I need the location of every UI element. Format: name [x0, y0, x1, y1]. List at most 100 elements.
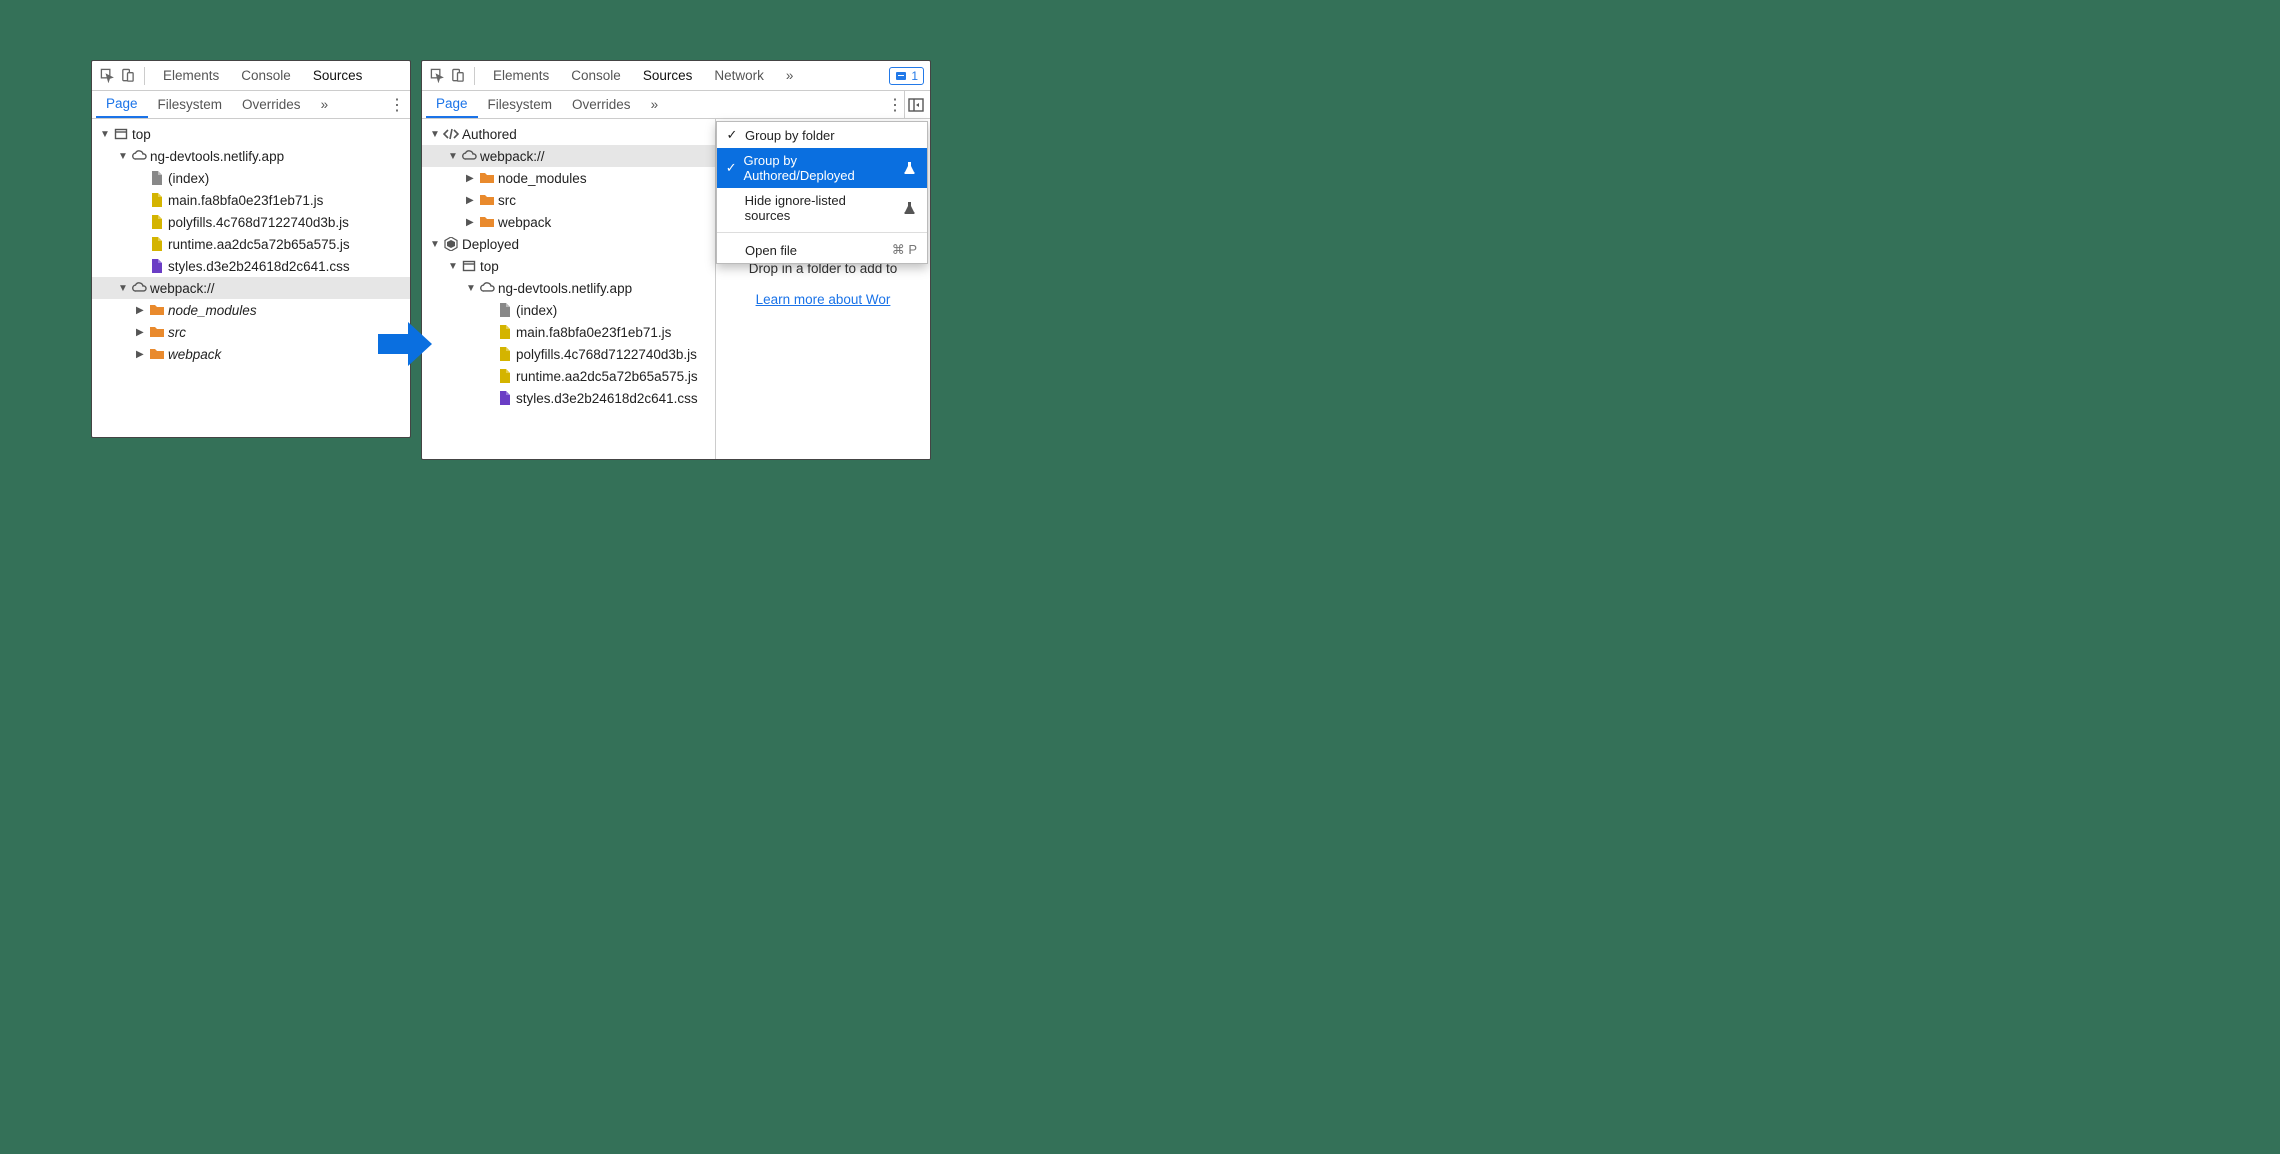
deployed-icon — [443, 236, 459, 252]
tree-file[interactable]: runtime.aa2dc5a72b65a575.js — [422, 365, 717, 387]
tree-file[interactable]: runtime.aa2dc5a72b65a575.js — [92, 233, 410, 255]
folder-icon — [149, 346, 165, 362]
tree-label: node_modules — [168, 303, 257, 318]
toolbar-divider — [144, 67, 145, 85]
tree-label: node_modules — [498, 171, 587, 186]
tree-folder[interactable]: ▶webpack — [422, 211, 717, 233]
main-toolbar: Elements Console Sources — [92, 61, 410, 91]
tree-file[interactable]: polyfills.4c768d7122740d3b.js — [422, 343, 717, 365]
inspect-icon[interactable] — [98, 67, 116, 85]
js-file-icon — [149, 192, 165, 208]
tab-console[interactable]: Console — [231, 61, 301, 90]
tree-label: webpack:// — [150, 281, 215, 296]
device-icon[interactable] — [448, 67, 466, 85]
subtab-overrides[interactable]: Overrides — [232, 91, 311, 118]
tree-webpack[interactable]: ▼webpack:// — [92, 277, 410, 299]
tree-folder[interactable]: ▶node_modules — [422, 167, 717, 189]
js-file-icon — [149, 214, 165, 230]
tree-file[interactable]: styles.d3e2b24618d2c641.css — [422, 387, 717, 409]
tree-top[interactable]: ▼top — [422, 255, 717, 277]
tree-file[interactable]: main.fa8bfa0e23f1eb71.js — [422, 321, 717, 343]
tree-label: top — [480, 259, 499, 274]
tree-label: main.fa8bfa0e23f1eb71.js — [168, 193, 323, 208]
subtab-page[interactable]: Page — [426, 91, 478, 118]
subtab-more[interactable]: » — [641, 91, 669, 118]
tree-folder[interactable]: ▶src — [422, 189, 717, 211]
main-toolbar: Elements Console Sources Network » 1 — [422, 61, 930, 91]
tree-folder[interactable]: ▶src — [92, 321, 410, 343]
tab-elements[interactable]: Elements — [153, 61, 229, 90]
subtab-overrides[interactable]: Overrides — [562, 91, 641, 118]
learn-more-link[interactable]: Learn more about Wor — [756, 292, 891, 307]
devtools-panel-before: Elements Console Sources Page Filesystem… — [91, 60, 411, 438]
file-tree: ▼top ▼ng-devtools.netlify.app (index) ma… — [92, 119, 410, 437]
tree-file[interactable]: (index) — [422, 299, 717, 321]
tree-folder[interactable]: ▶webpack — [92, 343, 410, 365]
tree-label: styles.d3e2b24618d2c641.css — [516, 391, 698, 406]
subtab-page[interactable]: Page — [96, 91, 148, 118]
context-menu: ✓Group by folder ✓Group by Authored/Depl… — [716, 121, 928, 264]
toggle-navigator-icon[interactable] — [904, 91, 926, 118]
tree-domain[interactable]: ▼ng-devtools.netlify.app — [92, 145, 410, 167]
tree-label: (index) — [168, 171, 209, 186]
tree-file[interactable]: (index) — [92, 167, 410, 189]
tree-label: src — [498, 193, 516, 208]
tree-authored[interactable]: ▼Authored — [422, 123, 717, 145]
menu-label: Group by folder — [745, 128, 835, 143]
folder-icon — [149, 302, 165, 318]
tree-file[interactable]: styles.d3e2b24618d2c641.css — [92, 255, 410, 277]
subtab-filesystem[interactable]: Filesystem — [478, 91, 563, 118]
tree-label: main.fa8bfa0e23f1eb71.js — [516, 325, 671, 340]
menu-group-authored[interactable]: ✓Group by Authored/Deployed — [717, 148, 927, 188]
sources-subtabs: Page Filesystem Overrides » ⋮ — [422, 91, 930, 119]
inspect-icon[interactable] — [428, 67, 446, 85]
tree-label: webpack:// — [480, 149, 545, 164]
menu-open-file[interactable]: Open file⌘ P — [717, 237, 927, 263]
cloud-icon — [131, 148, 147, 164]
tree-top[interactable]: ▼top — [92, 123, 410, 145]
subtab-more[interactable]: » — [311, 91, 339, 118]
tab-sources[interactable]: Sources — [633, 61, 703, 90]
frame-icon — [461, 258, 477, 274]
tree-folder[interactable]: ▶node_modules — [92, 299, 410, 321]
menu-label: Group by Authored/Deployed — [743, 153, 892, 183]
tree-label: styles.d3e2b24618d2c641.css — [168, 259, 350, 274]
tree-webpack[interactable]: ▼webpack:// — [422, 145, 717, 167]
tab-console[interactable]: Console — [561, 61, 631, 90]
tree-label: ng-devtools.netlify.app — [150, 149, 284, 164]
toolbar-divider — [474, 67, 475, 85]
more-options-icon[interactable]: ⋮ — [886, 95, 904, 115]
menu-separator — [717, 232, 927, 233]
tab-network[interactable]: Network — [704, 61, 774, 90]
device-icon[interactable] — [118, 67, 136, 85]
cloud-icon — [131, 280, 147, 296]
arrow-icon — [378, 320, 432, 368]
sources-subtabs: Page Filesystem Overrides » ⋮ — [92, 91, 410, 119]
subtab-filesystem[interactable]: Filesystem — [148, 91, 233, 118]
tree-label: webpack — [168, 347, 221, 362]
js-file-icon — [497, 346, 513, 362]
tree-label: polyfills.4c768d7122740d3b.js — [168, 215, 349, 230]
folder-icon — [479, 170, 495, 186]
tab-sources[interactable]: Sources — [303, 61, 373, 90]
file-icon — [149, 170, 165, 186]
cloud-icon — [479, 280, 495, 296]
file-icon — [497, 302, 513, 318]
menu-hide-ignore[interactable]: Hide ignore-listed sources — [717, 188, 927, 228]
tree-label: (index) — [516, 303, 557, 318]
tab-elements[interactable]: Elements — [483, 61, 559, 90]
menu-group-folder[interactable]: ✓Group by folder — [717, 122, 927, 148]
tab-more[interactable]: » — [776, 61, 804, 90]
folder-icon — [479, 192, 495, 208]
tree-domain[interactable]: ▼ng-devtools.netlify.app — [422, 277, 717, 299]
js-file-icon — [497, 324, 513, 340]
tree-label: Authored — [462, 127, 517, 142]
tree-label: runtime.aa2dc5a72b65a575.js — [168, 237, 350, 252]
issues-badge[interactable]: 1 — [889, 67, 924, 85]
tree-deployed[interactable]: ▼Deployed — [422, 233, 717, 255]
tree-label: webpack — [498, 215, 551, 230]
more-options-icon[interactable]: ⋮ — [388, 95, 406, 115]
tree-file[interactable]: polyfills.4c768d7122740d3b.js — [92, 211, 410, 233]
tree-file[interactable]: main.fa8bfa0e23f1eb71.js — [92, 189, 410, 211]
folder-icon — [149, 324, 165, 340]
